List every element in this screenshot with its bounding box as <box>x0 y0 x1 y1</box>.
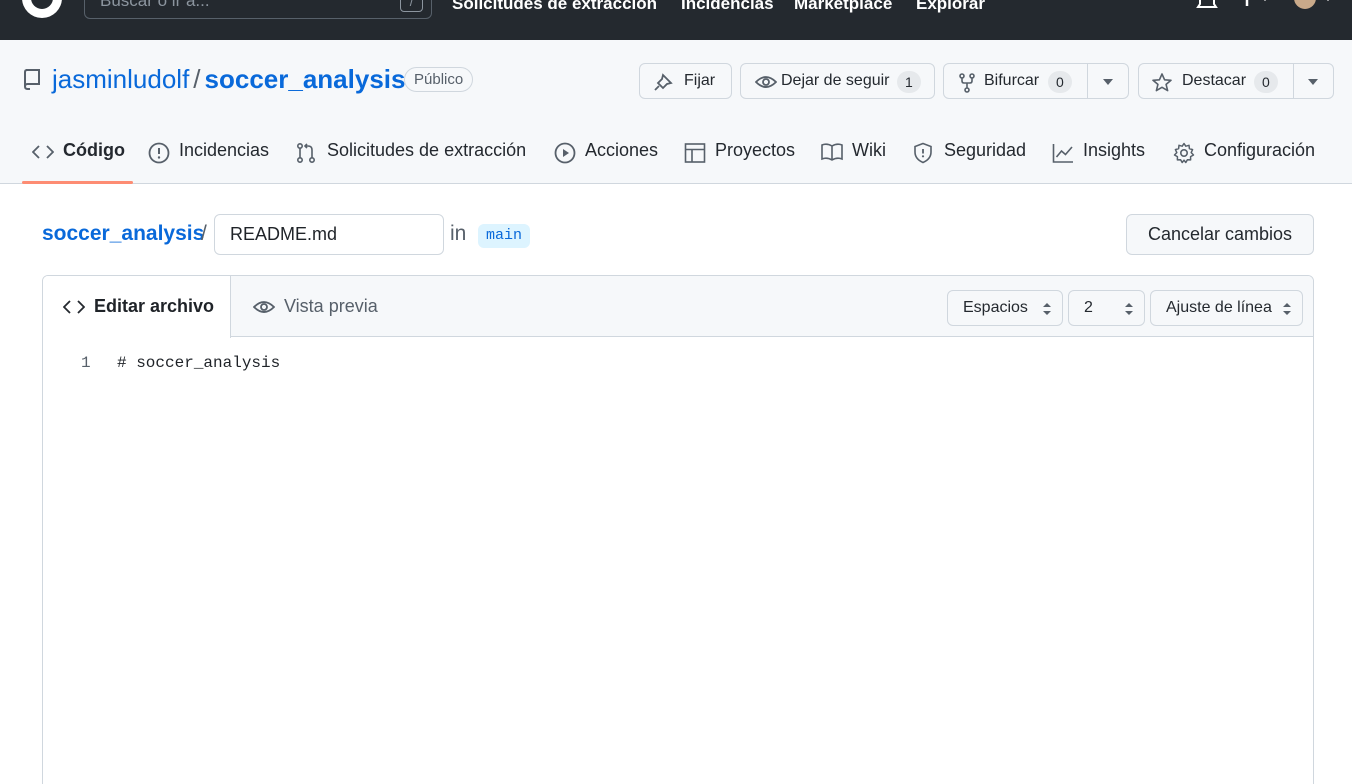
star-count: 0 <box>1254 71 1278 93</box>
tab-insights-label: Insights <box>1083 140 1146 160</box>
eye-icon <box>253 301 275 313</box>
breadcrumb-separator: / <box>201 222 207 245</box>
global-nav-issues[interactable]: Incidencias <box>681 0 774 14</box>
issue-icon <box>148 142 170 164</box>
gear-icon <box>1173 142 1195 164</box>
tab-issues-label: Incidencias <box>179 140 270 160</box>
tab-preview[interactable]: Vista previa <box>231 276 401 337</box>
tab-insights[interactable]: Insights <box>1052 140 1147 180</box>
global-nav-marketplace[interactable]: Marketplace <box>794 0 892 14</box>
active-tab-underline <box>22 181 133 184</box>
tab-actions-label: Acciones <box>585 140 659 160</box>
fork-dropdown-chevron-icon[interactable] <box>1103 79 1113 85</box>
tab-security-label: Seguridad <box>944 140 1027 160</box>
graph-icon <box>1052 144 1073 163</box>
line-wrap-value: Ajuste de línea <box>1166 299 1272 316</box>
pin-button[interactable]: Fijar <box>639 63 732 99</box>
repo-header: jasminludolf / soccer_analysis Público Fij… <box>0 40 1352 184</box>
tab-preview-label: Vista previa <box>284 296 378 316</box>
search-placeholder: Buscar o ir a... <box>100 0 210 10</box>
tab-security[interactable]: Seguridad <box>913 140 1027 180</box>
global-nav-pulls[interactable]: Solicitudes de extracción <box>452 0 657 14</box>
global-search-input[interactable]: Buscar o ir a... / <box>84 0 432 19</box>
repo-name-link[interactable]: soccer_analysis <box>205 64 406 94</box>
star-button[interactable]: Destacar 0 <box>1138 63 1334 99</box>
search-shortcut-key: / <box>400 0 423 12</box>
tab-projects[interactable]: Proyectos <box>684 140 796 180</box>
fork-divider <box>1087 64 1088 98</box>
file-editor: Editar archivo Vista previa Espacios 2 A… <box>42 275 1314 784</box>
star-divider <box>1293 64 1294 98</box>
indent-size-value: 2 <box>1084 299 1093 316</box>
star-dropdown-chevron-icon[interactable] <box>1308 79 1318 85</box>
tab-issues[interactable]: Incidencias <box>148 140 270 180</box>
global-header: Buscar o ir a... / Solicitudes de extrac… <box>0 0 1352 40</box>
visibility-badge: Público <box>404 67 474 92</box>
pull-request-icon <box>296 142 316 164</box>
watch-count: 1 <box>897 71 921 93</box>
fork-count: 0 <box>1048 71 1072 93</box>
line-number: 1 <box>81 354 91 372</box>
tab-wiki-label: Wiki <box>852 140 886 160</box>
tab-projects-label: Proyectos <box>715 140 796 160</box>
pin-label: Fijar <box>684 72 716 89</box>
star-icon <box>1152 73 1172 92</box>
select-arrows-icon <box>1125 303 1133 315</box>
eye-icon <box>755 76 777 88</box>
tab-settings[interactable]: Configuración <box>1173 140 1318 180</box>
branch-badge[interactable]: main <box>478 224 531 248</box>
editor-toolbar: Editar archivo Vista previa Espacios 2 A… <box>43 276 1313 338</box>
pin-icon <box>654 73 673 91</box>
code-line[interactable]: # soccer_analysis <box>117 354 280 372</box>
repo-owner-link[interactable]: jasminludolf <box>52 64 189 94</box>
unwatch-button[interactable]: Dejar de seguir 1 <box>740 63 935 99</box>
code-icon <box>32 145 54 159</box>
breadcrumb-repo-link[interactable]: soccer_analysis <box>42 222 204 246</box>
select-arrows-icon <box>1283 303 1291 315</box>
table-icon <box>684 143 706 163</box>
indent-size-select[interactable]: 2 <box>1068 290 1145 326</box>
filename-input[interactable] <box>214 214 444 255</box>
cancel-changes-button[interactable]: Cancelar cambios <box>1126 214 1314 255</box>
avatar-dropdown-icon[interactable] <box>1292 0 1336 12</box>
tab-edit-file[interactable]: Editar archivo <box>43 276 231 338</box>
repo-icon <box>23 69 40 90</box>
github-logo-icon[interactable] <box>20 0 64 20</box>
bell-icon[interactable] <box>1196 0 1218 12</box>
tab-code-label: Código <box>63 140 125 160</box>
select-arrows-icon <box>1043 303 1051 315</box>
fork-label: Bifurcar <box>984 72 1040 89</box>
play-icon <box>554 142 576 164</box>
line-wrap-select[interactable]: Ajuste de línea <box>1150 290 1303 326</box>
fork-button[interactable]: Bifurcar 0 <box>943 63 1129 99</box>
tab-code[interactable]: Código <box>32 140 125 180</box>
global-nav-explore[interactable]: Explorar <box>916 0 985 14</box>
plus-dropdown-icon[interactable] <box>1238 0 1274 12</box>
unwatch-label: Dejar de seguir <box>781 72 890 89</box>
repo-title: jasminludolf / soccer_analysis <box>52 64 405 95</box>
indent-mode-select[interactable]: Espacios <box>947 290 1063 326</box>
tab-wiki[interactable]: Wiki <box>821 140 887 180</box>
star-label: Destacar <box>1182 72 1247 89</box>
repo-title-separator: / <box>193 64 201 94</box>
code-icon <box>63 300 85 314</box>
tab-actions[interactable]: Acciones <box>554 140 659 180</box>
branch-prefix: in <box>450 222 467 245</box>
fork-icon <box>959 73 975 93</box>
tab-pull-requests[interactable]: Solicitudes de extracción <box>296 140 528 180</box>
tab-settings-label: Configuración <box>1204 140 1316 160</box>
shield-icon <box>914 142 932 164</box>
tab-edit-file-label: Editar archivo <box>94 296 215 316</box>
tab-pull-requests-label: Solicitudes de extracción <box>327 140 527 160</box>
book-icon <box>821 143 843 161</box>
indent-mode-value: Espacios <box>963 299 1028 316</box>
